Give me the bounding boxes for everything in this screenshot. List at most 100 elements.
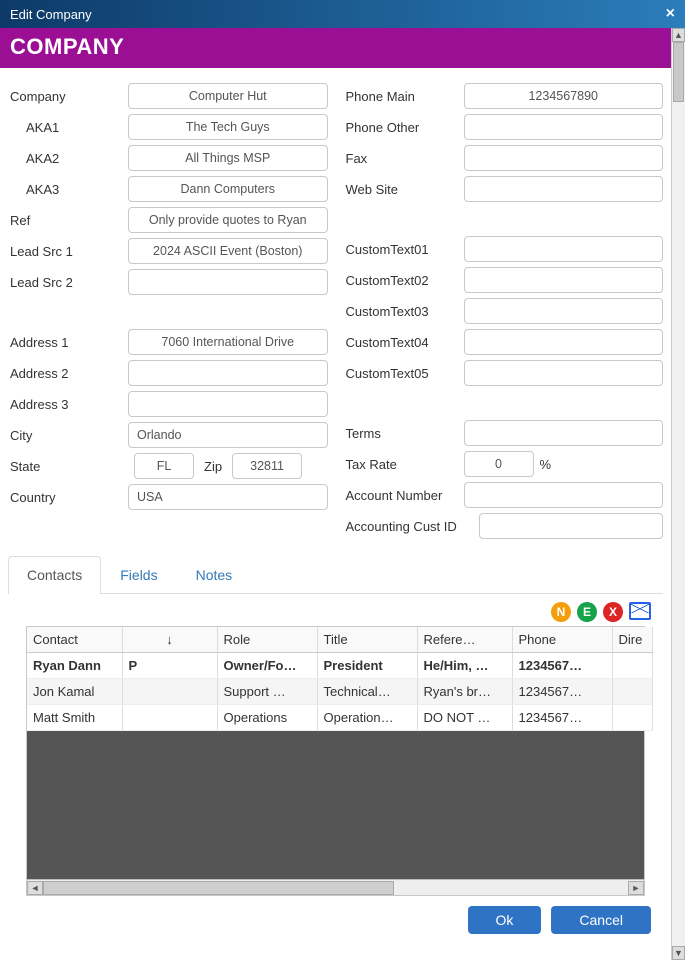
cell-role: Operations	[217, 705, 317, 731]
scroll-left-icon[interactable]: ◄	[27, 881, 43, 895]
custom2-input[interactable]	[464, 267, 664, 293]
aka1-input[interactable]	[128, 114, 328, 140]
phone-main-input[interactable]	[464, 83, 664, 109]
phone-main-label: Phone Main	[344, 89, 464, 104]
col-reference[interactable]: Refere…	[417, 627, 512, 653]
phone-other-label: Phone Other	[344, 120, 464, 135]
taxrate-unit: %	[540, 457, 552, 472]
section-header: COMPANY	[0, 28, 671, 68]
tab-fields[interactable]: Fields	[101, 556, 176, 593]
phone-other-input[interactable]	[464, 114, 664, 140]
cell-role: Support …	[217, 679, 317, 705]
titlebar: Edit Company ×	[0, 0, 685, 28]
ok-button[interactable]: Ok	[468, 906, 542, 934]
custom3-input[interactable]	[464, 298, 664, 324]
cell-title: President	[317, 653, 417, 679]
custom4-input[interactable]	[464, 329, 664, 355]
new-icon[interactable]: N	[551, 602, 571, 622]
dialog-footer: Ok Cancel	[0, 896, 671, 934]
edit-icon[interactable]: E	[577, 602, 597, 622]
grid-empty-area	[27, 731, 644, 879]
cell-p	[122, 679, 217, 705]
website-label: Web Site	[344, 182, 464, 197]
taxrate-input[interactable]	[464, 451, 534, 477]
form-area: Company AKA1 AKA2 AKA3 Ref Lead Src 1 Le…	[0, 68, 671, 544]
zip-input[interactable]	[232, 453, 302, 479]
tab-contacts[interactable]: Contacts	[8, 556, 101, 594]
table-row[interactable]: Matt SmithOperationsOperation…DO NOT …12…	[27, 705, 652, 731]
terms-label: Terms	[344, 426, 464, 441]
scroll-up-icon[interactable]: ▲	[672, 28, 685, 42]
horizontal-scrollbar[interactable]: ◄ ►	[27, 879, 644, 895]
col-phone[interactable]: Phone	[512, 627, 612, 653]
account-number-input[interactable]	[464, 482, 664, 508]
tab-notes[interactable]: Notes	[177, 556, 252, 593]
country-label: Country	[8, 490, 128, 505]
taxrate-label: Tax Rate	[344, 457, 464, 472]
mail-icon[interactable]	[629, 602, 651, 620]
city-label: City	[8, 428, 128, 443]
ref-input[interactable]	[128, 207, 328, 233]
custom5-label: CustomText05	[344, 366, 464, 381]
cell-p	[122, 705, 217, 731]
col-title[interactable]: Title	[317, 627, 417, 653]
col-direct[interactable]: Dire	[612, 627, 652, 653]
address1-input[interactable]	[128, 329, 328, 355]
fax-input[interactable]	[464, 145, 664, 171]
cell-direct	[612, 653, 652, 679]
address3-label: Address 3	[8, 397, 128, 412]
leadsrc1-input[interactable]	[128, 238, 328, 264]
scroll-down-icon[interactable]: ▼	[672, 946, 685, 960]
close-icon[interactable]: ×	[666, 5, 675, 23]
window-title: Edit Company	[10, 7, 92, 22]
custom5-input[interactable]	[464, 360, 664, 386]
cell-p: P	[122, 653, 217, 679]
cell-direct	[612, 705, 652, 731]
custom4-label: CustomText04	[344, 335, 464, 350]
leadsrc2-label: Lead Src 2	[8, 275, 128, 290]
company-label: Company	[8, 89, 128, 104]
vscroll-thumb[interactable]	[673, 42, 684, 102]
vertical-scrollbar[interactable]: ▲ ▼	[671, 28, 685, 960]
accounting-custid-input[interactable]	[479, 513, 664, 539]
website-input[interactable]	[464, 176, 664, 202]
scroll-right-icon[interactable]: ►	[628, 881, 644, 895]
state-input[interactable]	[134, 453, 194, 479]
custom2-label: CustomText02	[344, 273, 464, 288]
cell-contact: Matt Smith	[27, 705, 122, 731]
country-input[interactable]	[128, 484, 328, 510]
cell-ref: He/Him, …	[417, 653, 512, 679]
col-sort[interactable]: ↓	[122, 627, 217, 653]
custom3-label: CustomText03	[344, 304, 464, 319]
scroll-thumb[interactable]	[43, 881, 394, 895]
grid-actions: N E X	[0, 594, 671, 626]
aka2-label: AKA2	[8, 151, 128, 166]
cell-phone: 1234567…	[512, 653, 612, 679]
grid-header-row: Contact ↓ Role Title Refere… Phone Dire	[27, 627, 652, 653]
cancel-button[interactable]: Cancel	[551, 906, 651, 934]
table-row[interactable]: Jon KamalSupport …Technical…Ryan's br…12…	[27, 679, 652, 705]
cell-direct	[612, 679, 652, 705]
scroll-track[interactable]	[43, 881, 628, 895]
custom1-label: CustomText01	[344, 242, 464, 257]
custom1-input[interactable]	[464, 236, 664, 262]
address2-input[interactable]	[128, 360, 328, 386]
right-column: Phone Main Phone Other Fax Web Site Cust…	[344, 78, 664, 544]
aka3-input[interactable]	[128, 176, 328, 202]
col-role[interactable]: Role	[217, 627, 317, 653]
table-row[interactable]: Ryan DannPOwner/Fo…PresidentHe/Him, …123…	[27, 653, 652, 679]
cell-title: Technical…	[317, 679, 417, 705]
city-input[interactable]	[128, 422, 328, 448]
fax-label: Fax	[344, 151, 464, 166]
col-contact[interactable]: Contact	[27, 627, 122, 653]
terms-input[interactable]	[464, 420, 664, 446]
dialog-body: COMPANY Company AKA1 AKA2 AKA3 Ref Lead …	[0, 28, 671, 960]
leadsrc2-input[interactable]	[128, 269, 328, 295]
company-input[interactable]	[128, 83, 328, 109]
cell-title: Operation…	[317, 705, 417, 731]
aka2-input[interactable]	[128, 145, 328, 171]
address3-input[interactable]	[128, 391, 328, 417]
delete-icon[interactable]: X	[603, 602, 623, 622]
account-number-label: Account Number	[344, 488, 464, 503]
cell-phone: 1234567…	[512, 705, 612, 731]
